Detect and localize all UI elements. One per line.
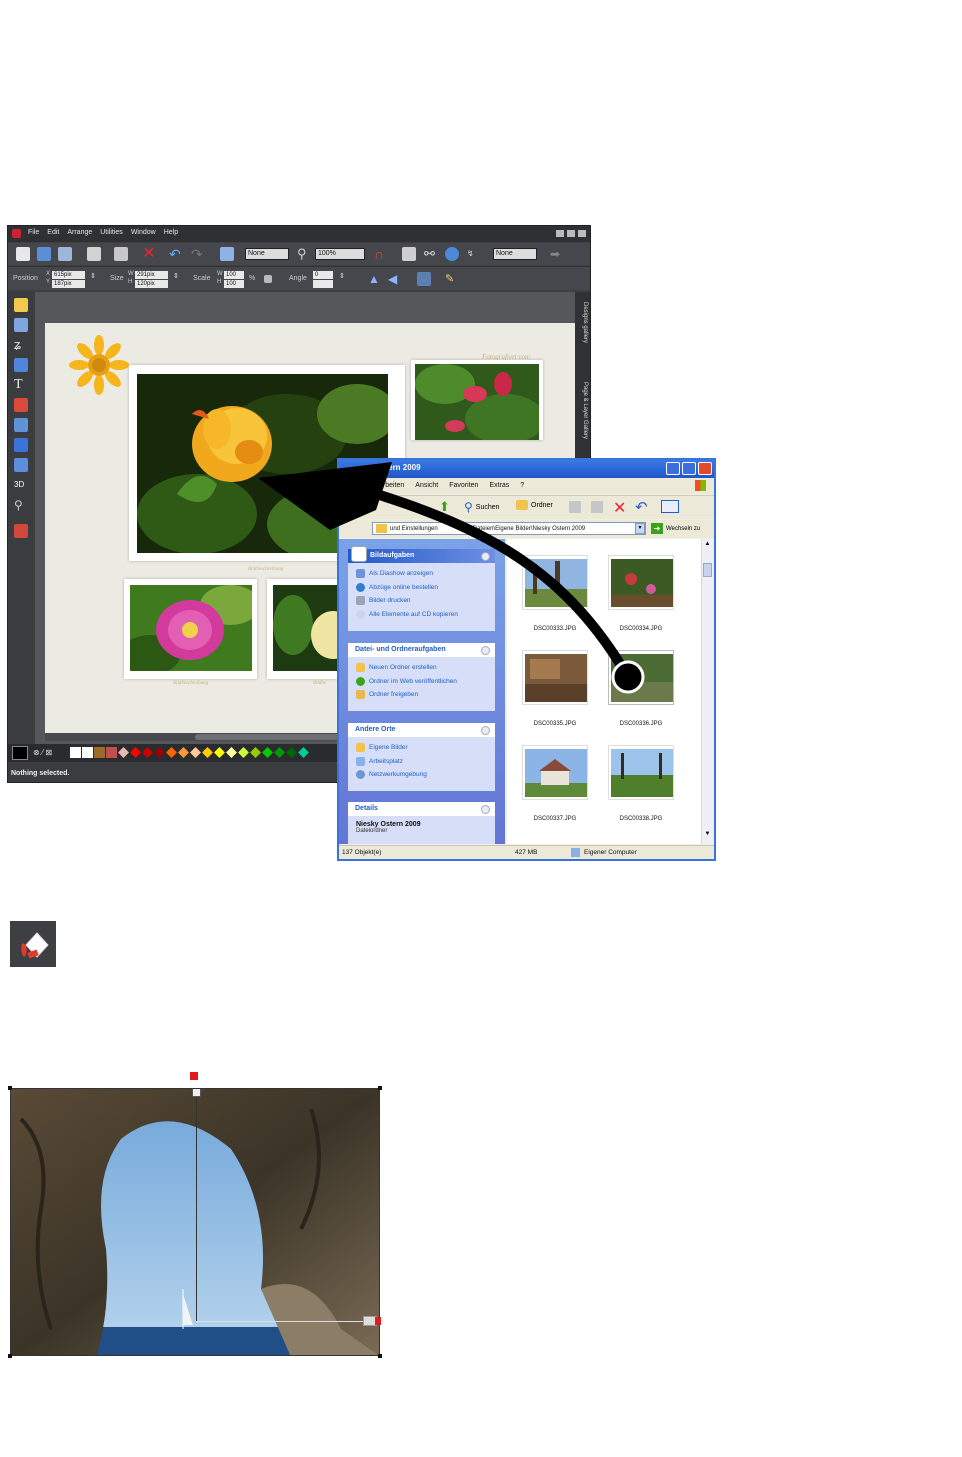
selection-corner-handle[interactable]: [378, 1086, 382, 1090]
fill-arrow-horizontal: [196, 1321, 374, 1322]
drag-arrow: [258, 462, 645, 694]
selection-corner-handle[interactable]: [378, 1354, 382, 1358]
paint-bucket-icon: [21, 932, 49, 959]
fill-arrow-vertical: [196, 1089, 197, 1321]
selection-corner-handle[interactable]: [8, 1086, 12, 1090]
fill-arrow-start-icon[interactable]: [192, 1089, 201, 1097]
fill-handle-top[interactable]: [190, 1072, 198, 1080]
rock-arch-photo[interactable]: [10, 1088, 380, 1356]
fill-handle-right[interactable]: [375, 1317, 381, 1325]
selection-corner-handle[interactable]: [8, 1354, 12, 1358]
fill-tool-icon[interactable]: [10, 921, 56, 967]
